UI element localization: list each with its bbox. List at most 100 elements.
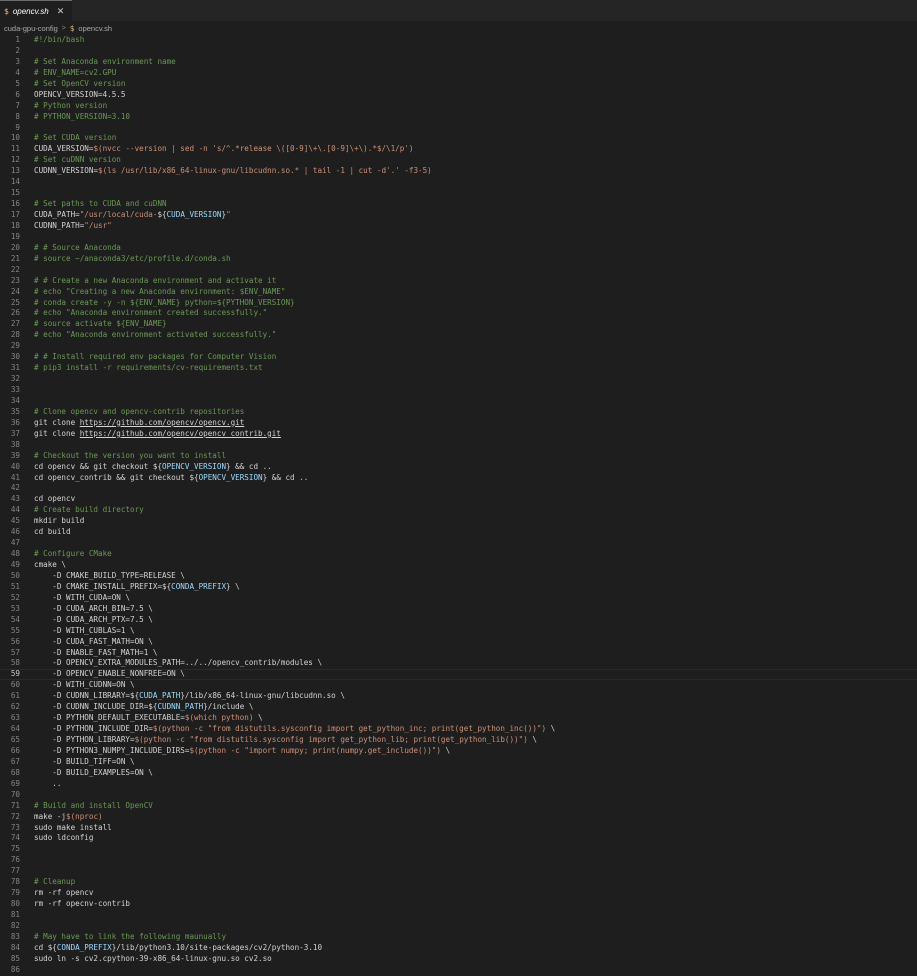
code-line[interactable]: 41 cd opencv_contrib && git checkout ${OP… <box>0 473 917 484</box>
code-line[interactable]: 22 <box>0 265 917 276</box>
code-token: -D CUDA_ARCH_BIN=7.5 \ <box>34 603 153 613</box>
code-line[interactable]: 20 # # Source Anaconda <box>0 243 917 254</box>
code-line[interactable]: 64 -D PYTHON_INCLUDE_DIR=$(python -c "fr… <box>0 724 917 735</box>
code-line[interactable]: 18 CUDNN_PATH="/usr" <box>0 221 917 232</box>
code-line[interactable]: 73 sudo make install <box>0 823 917 834</box>
code-line[interactable]: 85 sudo ln -s cv2.cpython-39-x86_64-linux… <box>0 954 917 965</box>
code-line[interactable]: 46 cd build <box>0 527 917 538</box>
code-line[interactable]: 45 mkdir build <box>0 516 917 527</box>
code-line[interactable]: 38 <box>0 440 917 451</box>
code-line[interactable]: 19 <box>0 232 917 243</box>
code-link[interactable]: https://github.com/opencv/opencv.git <box>80 418 245 427</box>
code-line[interactable]: 35 # Clone opencv and opencv-contrib repo… <box>0 407 917 418</box>
code-line[interactable]: 65 -D PYTHON_LIBRARY=$(python -c "from d… <box>0 735 917 746</box>
code-line[interactable]: 70 <box>0 790 917 801</box>
code-line[interactable]: 55 -D WITH_CUBLAS=1 \ <box>0 626 917 637</box>
code-line[interactable]: 83 # May have to link the following maunu… <box>0 932 917 943</box>
code-line[interactable]: 74 sudo ldconfig <box>0 833 917 844</box>
code-line[interactable]: 39 # Checkout the version you want to ins… <box>0 451 917 462</box>
close-icon[interactable]: ✕ <box>57 6 65 17</box>
code-line[interactable]: 7 # Python version <box>0 101 917 112</box>
tab-opencv-sh[interactable]: $ opencv.sh ✕ <box>0 0 73 21</box>
line-number: 12 <box>10 155 20 165</box>
code-line[interactable]: 13 CUDNN_VERSION=$(ls /usr/lib/x86_64-lin… <box>0 166 917 177</box>
code-line[interactable]: 44 # Create build directory <box>0 505 917 516</box>
line-content: cd ${CONDA_PREFIX}/lib/python3.10/site-p… <box>20 943 322 954</box>
breadcrumb-folder[interactable]: cuda-gpu-config <box>4 24 58 33</box>
code-line[interactable]: 78 # Cleanup <box>0 877 917 888</box>
code-line[interactable]: 72 make -j$(nproc) <box>0 812 917 823</box>
code-line[interactable]: 77 <box>0 866 917 877</box>
code-line[interactable]: 66 -D PYTHON3_NUMPY_INCLUDE_DIRS=$(pytho… <box>0 746 917 757</box>
code-line[interactable]: 62 -D CUDNN_INCLUDE_DIR=${CUDNN_PATH}/in… <box>0 702 917 713</box>
code-line[interactable]: 31 # pip3 install -r requirements/cv-requ… <box>0 363 917 374</box>
code-line[interactable]: 24 # echo "Creating a new Anaconda enviro… <box>0 287 917 298</box>
code-editor[interactable]: 1 #!/bin/bash 2 3 # Set Anaconda environment… <box>0 35 917 976</box>
code-line[interactable]: 14 <box>0 177 917 188</box>
code-line[interactable]: 15 <box>0 188 917 199</box>
code-line[interactable]: 51 -D CMAKE_INSTALL_PREFIX=${CONDA_PREFI… <box>0 582 917 593</box>
code-line[interactable]: 42 <box>0 483 917 494</box>
code-line[interactable]: 48 # Configure CMake <box>0 549 917 560</box>
code-line[interactable]: 80 rm -rf opecnv-contrib <box>0 899 917 910</box>
code-line[interactable]: 59 -D OPENCV_ENABLE_NONFREE=ON \ <box>0 669 917 681</box>
line-number: 53 <box>10 603 20 613</box>
code-line[interactable]: 75 <box>0 844 917 855</box>
code-line[interactable]: 49 cmake \ <box>0 560 917 571</box>
code-line[interactable]: 50 -D CMAKE_BUILD_TYPE=RELEASE \ <box>0 571 917 582</box>
code-line[interactable]: 6 OPENCV_VERSION=4.5.5 <box>0 90 917 101</box>
code-line[interactable]: 27 # source activate ${ENV_NAME} <box>0 319 917 330</box>
code-line[interactable]: 32 <box>0 374 917 385</box>
code-line[interactable]: 9 <box>0 123 917 134</box>
code-line[interactable]: 69 .. <box>0 779 917 790</box>
code-line[interactable]: 71 # Build and install OpenCV <box>0 801 917 812</box>
code-line[interactable]: 58 -D OPENCV_EXTRA_MODULES_PATH=../../op… <box>0 658 917 669</box>
code-line[interactable]: 3 # Set Anaconda environment name <box>0 57 917 68</box>
code-line[interactable]: 56 -D CUDA_FAST_MATH=ON \ <box>0 637 917 648</box>
code-line[interactable]: 34 <box>0 396 917 407</box>
line-number: 46 <box>10 527 20 537</box>
code-line[interactable]: 36 git clone https://github.com/opencv/op… <box>0 418 917 429</box>
code-line[interactable]: 5 # Set OpenCV version <box>0 79 917 90</box>
code-line[interactable]: 63 -D PYTHON_DEFAULT_EXECUTABLE=$(which … <box>0 713 917 724</box>
code-line[interactable]: 26 # echo "Anaconda environment created s… <box>0 308 917 319</box>
code-line[interactable]: 17 CUDA_PATH="/usr/local/cuda-${CUDA_VERS… <box>0 210 917 221</box>
code-line[interactable]: 84 cd ${CONDA_PREFIX}/lib/python3.10/site… <box>0 943 917 954</box>
code-line[interactable]: 30 # # Install required env packages for … <box>0 352 917 363</box>
code-line[interactable]: 10 # Set CUDA version <box>0 133 917 144</box>
code-line[interactable]: 25 # conda create -y -n ${ENV_NAME} pytho… <box>0 298 917 309</box>
code-line[interactable]: 47 <box>0 538 917 549</box>
code-line[interactable]: 37 git clone https://github.com/opencv/op… <box>0 429 917 440</box>
code-line[interactable]: 33 <box>0 385 917 396</box>
breadcrumb-file[interactable]: opencv.sh <box>78 24 112 33</box>
code-line[interactable]: 8 # PYTHON_VERSION=3.10 <box>0 112 917 123</box>
code-line[interactable]: 2 <box>0 46 917 57</box>
code-line[interactable]: 57 -D ENABLE_FAST_MATH=1 \ <box>0 648 917 659</box>
code-line[interactable]: 53 -D CUDA_ARCH_BIN=7.5 \ <box>0 604 917 615</box>
code-link[interactable]: https://github.com/opencv/opencv_contrib… <box>80 429 281 438</box>
code-line[interactable]: 79 rm -rf opencv <box>0 888 917 899</box>
code-line[interactable]: 12 # Set cuDNN version <box>0 155 917 166</box>
code-line[interactable]: 43 cd opencv <box>0 494 917 505</box>
code-line[interactable]: 11 CUDA_VERSION=$(nvcc --version | sed -n… <box>0 144 917 155</box>
code-line[interactable]: 82 <box>0 921 917 932</box>
code-line[interactable]: 29 <box>0 341 917 352</box>
code-line[interactable]: 4 # ENV_NAME=cv2.GPU <box>0 68 917 79</box>
code-line[interactable]: 67 -D BUILD_TIFF=ON \ <box>0 757 917 768</box>
code-line[interactable]: 23 # # Create a new Anaconda environment … <box>0 276 917 287</box>
code-line[interactable]: 52 -D WITH_CUDA=ON \ <box>0 593 917 604</box>
code-line[interactable]: 81 <box>0 910 917 921</box>
code-line[interactable]: 54 -D CUDA_ARCH_PTX=7.5 \ <box>0 615 917 626</box>
code-line[interactable]: 16 # Set paths to CUDA and cuDNN <box>0 199 917 210</box>
code-line[interactable]: 40 cd opencv && git checkout ${OPENCV_VER… <box>0 462 917 473</box>
code-line[interactable]: 68 -D BUILD_EXAMPLES=ON \ <box>0 768 917 779</box>
code-line[interactable]: 61 -D CUDNN_LIBRARY=${CUDA_PATH}/lib/x86… <box>0 691 917 702</box>
code-line[interactable]: 1 #!/bin/bash <box>0 35 917 46</box>
code-line[interactable]: 86 <box>0 965 917 976</box>
code-token: mkdir build <box>34 516 85 526</box>
code-token: sudo make install <box>34 822 112 832</box>
code-line[interactable]: 28 # echo "Anaconda environment activated… <box>0 330 917 341</box>
code-line[interactable]: 60 -D WITH_CUDNN=ON \ <box>0 680 917 691</box>
code-line[interactable]: 21 # source ~/anaconda3/etc/profile.d/con… <box>0 254 917 265</box>
code-line[interactable]: 76 <box>0 855 917 866</box>
